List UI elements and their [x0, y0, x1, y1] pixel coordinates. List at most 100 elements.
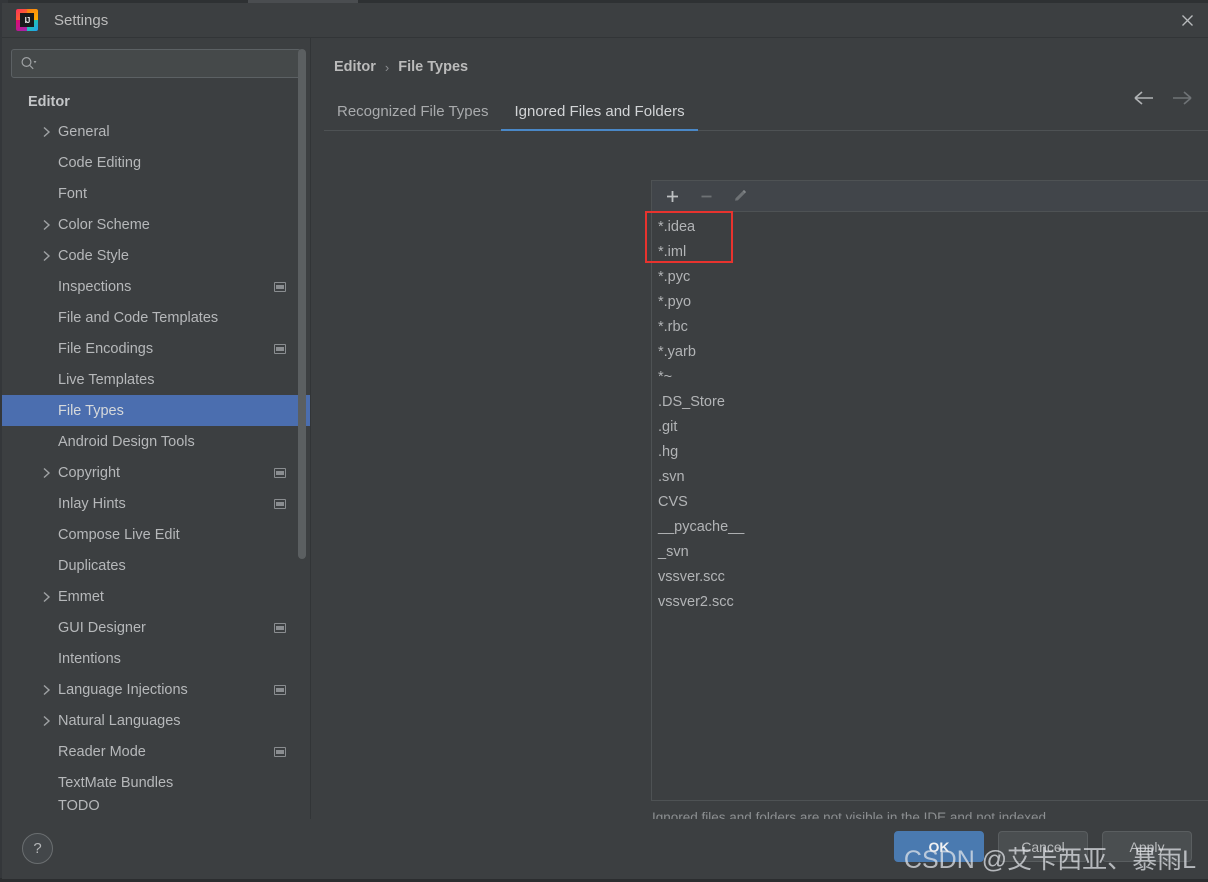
- sidebar-item-emmet[interactable]: Emmet: [2, 581, 310, 612]
- ignored-file-row[interactable]: .svn: [652, 465, 1208, 490]
- sidebar-item-code-editing[interactable]: Code Editing: [2, 147, 310, 178]
- cancel-button[interactable]: Cancel: [998, 831, 1088, 862]
- sidebar-item-inspections[interactable]: Inspections: [2, 271, 310, 302]
- help-button[interactable]: ?: [22, 833, 53, 864]
- ignored-file-row[interactable]: *.rbc: [652, 315, 1208, 340]
- configurable-badge-icon: [274, 746, 286, 757]
- tab-recognized-file-types[interactable]: Recognized File Types: [324, 95, 501, 131]
- ignored-file-row[interactable]: _svn: [652, 540, 1208, 565]
- sidebar-item-file-encodings[interactable]: File Encodings: [2, 333, 310, 364]
- sidebar-item-label: Copyright: [58, 464, 121, 481]
- ignored-file-row[interactable]: *.yarb: [652, 340, 1208, 365]
- sidebar-item-compose-live-edit[interactable]: Compose Live Edit: [2, 519, 310, 550]
- search-box[interactable]: [11, 49, 301, 78]
- configurable-badge-icon: [274, 281, 286, 292]
- sidebar-item-code-style[interactable]: Code Style: [2, 240, 310, 271]
- settings-tree: Editor General Code Editing Font Color Sche…: [2, 86, 310, 819]
- configurable-badge-icon: [274, 622, 286, 633]
- ignored-file-row[interactable]: __pycache__: [652, 515, 1208, 540]
- ignored-file-row[interactable]: .DS_Store: [652, 390, 1208, 415]
- sidebar-item-label: Android Design Tools: [58, 433, 195, 450]
- sidebar-item-textmate-bundles[interactable]: TextMate Bundles: [2, 767, 310, 798]
- search-icon: [21, 56, 37, 70]
- search-wrapper: [2, 38, 310, 78]
- ignored-files-list[interactable]: *.idea *.iml *.pyc *.pyo *.rbc *.yarb *~ .DS_St…: [652, 212, 1208, 800]
- sidebar-item-label: Intentions: [58, 650, 121, 667]
- navigation-arrows: [1132, 90, 1194, 106]
- close-icon[interactable]: [1172, 7, 1202, 33]
- sidebar-item-gui-designer[interactable]: GUI Designer: [2, 612, 310, 643]
- sidebar-item-natural-languages[interactable]: Natural Languages: [2, 705, 310, 736]
- chevron-right-icon[interactable]: [36, 591, 56, 603]
- ignored-file-row[interactable]: CVS: [652, 490, 1208, 515]
- chevron-right-icon[interactable]: [36, 467, 56, 479]
- ignored-file-row[interactable]: *.iml: [652, 240, 1208, 265]
- intellij-idea-logo-icon: IJ: [16, 9, 38, 31]
- sidebar-item-reader-mode[interactable]: Reader Mode: [2, 736, 310, 767]
- chevron-right-icon[interactable]: [36, 250, 56, 262]
- list-toolbar: [652, 181, 1208, 212]
- sidebar-item-label: Inlay Hints: [58, 495, 126, 512]
- dialog-body: Editor General Code Editing Font Color Sche…: [2, 38, 1208, 825]
- ignored-file-row[interactable]: *~: [652, 365, 1208, 390]
- sidebar-item-file-and-code-templates[interactable]: File and Code Templates: [2, 302, 310, 333]
- ignored-file-row[interactable]: vssver2.scc: [652, 590, 1208, 615]
- breadcrumb-separator-icon: ›: [384, 59, 390, 75]
- dialog-title: Settings: [54, 11, 109, 29]
- ignored-file-row[interactable]: *.pyc: [652, 265, 1208, 290]
- settings-dialog: IJ Settings Editor General Code Editing …: [2, 3, 1208, 879]
- sidebar-item-android-design-tools[interactable]: Android Design Tools: [2, 426, 310, 457]
- sidebar-item-color-scheme[interactable]: Color Scheme: [2, 209, 310, 240]
- dialog-titlebar: IJ Settings: [2, 3, 1208, 38]
- breadcrumb: Editor › File Types: [311, 38, 1208, 75]
- edit-pencil-icon: [730, 186, 750, 206]
- arrow-left-icon[interactable]: [1132, 90, 1156, 106]
- chevron-right-icon[interactable]: [36, 126, 56, 138]
- configurable-badge-icon: [274, 498, 286, 509]
- configurable-badge-icon: [274, 343, 286, 354]
- ignored-files-panel: *.idea *.iml *.pyc *.pyo *.rbc *.yarb *~ .DS_St…: [651, 180, 1208, 801]
- settings-main-pane: Editor › File Types Recognized File Type…: [311, 38, 1208, 825]
- ignored-file-row[interactable]: *.pyo: [652, 290, 1208, 315]
- sidebar-item-todo[interactable]: TODO: [2, 798, 310, 812]
- sidebar-item-general[interactable]: General: [2, 116, 310, 147]
- tree-group-editor: Editor: [28, 94, 70, 110]
- arrow-right-icon: [1173, 91, 1192, 105]
- sidebar-item-file-types[interactable]: File Types: [2, 395, 310, 426]
- sidebar-item-label: Color Scheme: [58, 216, 150, 233]
- sidebar-item-label: File Encodings: [58, 340, 154, 357]
- sidebar-item-label: Duplicates: [58, 557, 126, 574]
- search-input[interactable]: [39, 55, 292, 72]
- ignored-file-row[interactable]: .git: [652, 415, 1208, 440]
- chevron-right-icon[interactable]: [36, 219, 56, 231]
- chevron-right-icon[interactable]: [36, 715, 56, 727]
- sidebar-item-language-injections[interactable]: Language Injections: [2, 674, 310, 705]
- sidebar-item-label: Live Templates: [58, 371, 155, 388]
- sidebar-item-inlay-hints[interactable]: Inlay Hints: [2, 488, 310, 519]
- sidebar-item-label: Compose Live Edit: [58, 526, 180, 543]
- breadcrumb-parent[interactable]: Editor: [334, 59, 376, 75]
- dialog-footer: ? OK Cancel Apply CSDN @艾卡西亚、暴雨L: [2, 819, 1208, 879]
- sidebar-scrollbar[interactable]: [298, 49, 306, 559]
- sidebar-item-copyright[interactable]: Copyright: [2, 457, 310, 488]
- chevron-right-icon[interactable]: [36, 684, 56, 696]
- tab-ignored-files-and-folders[interactable]: Ignored Files and Folders: [501, 95, 698, 131]
- ignored-file-row[interactable]: .hg: [652, 440, 1208, 465]
- settings-tabs: Recognized File Types Ignored Files and F…: [324, 95, 1208, 131]
- settings-sidebar: Editor General Code Editing Font Color Sche…: [2, 38, 311, 819]
- sidebar-item-label: Emmet: [58, 588, 104, 605]
- remove-icon: [696, 186, 716, 206]
- sidebar-item-label: Reader Mode: [58, 743, 146, 760]
- ok-button[interactable]: OK: [894, 831, 984, 862]
- configurable-badge-icon: [274, 684, 286, 695]
- sidebar-item-label: General: [58, 123, 110, 140]
- sidebar-item-label: File and Code Templates: [58, 309, 219, 326]
- add-icon[interactable]: [662, 186, 682, 206]
- sidebar-item-intentions[interactable]: Intentions: [2, 643, 310, 674]
- sidebar-item-live-templates[interactable]: Live Templates: [2, 364, 310, 395]
- ignored-file-row[interactable]: *.idea: [652, 215, 1208, 240]
- sidebar-item-font[interactable]: Font: [2, 178, 310, 209]
- sidebar-item-duplicates[interactable]: Duplicates: [2, 550, 310, 581]
- apply-button[interactable]: Apply: [1102, 831, 1192, 862]
- ignored-file-row[interactable]: vssver.scc: [652, 565, 1208, 590]
